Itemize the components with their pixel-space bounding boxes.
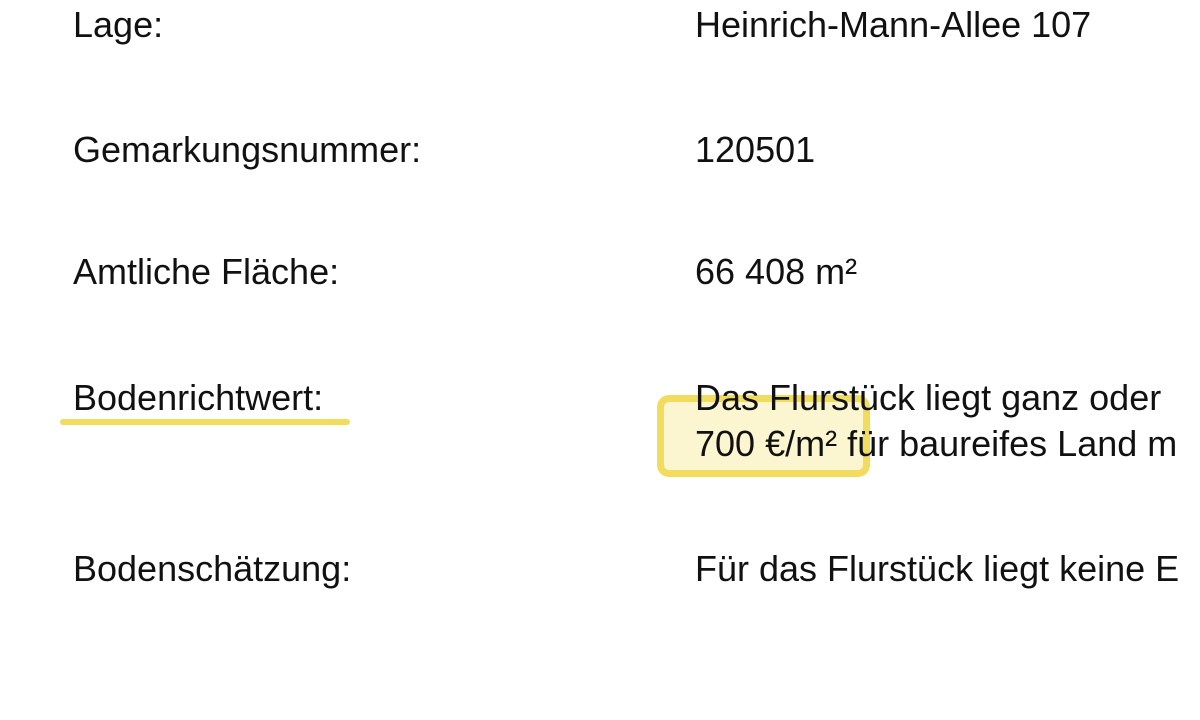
document-page: Lage: Heinrich-Mann-Allee 107 Gemarkungs…: [0, 0, 1200, 720]
bodenrichtwert-label: Bodenrichtwert:: [73, 377, 324, 418]
lage-value: Heinrich-Mann-Allee 107: [695, 4, 1092, 45]
amtliche-flaeche-value: 66 408 m²: [695, 251, 858, 292]
amtliche-flaeche-label: Amtliche Fläche:: [73, 251, 340, 292]
bodenrichtwert-value-line1: Das Flurstück liegt ganz oder: [695, 377, 1162, 418]
gemarkungsnummer-value: 120501: [695, 129, 816, 170]
bodenschaetzung-label: Bodenschätzung:: [73, 548, 352, 589]
lage-label: Lage:: [73, 4, 164, 45]
gemarkungsnummer-label: Gemarkungsnummer:: [73, 129, 422, 170]
bodenrichtwert-value-line2: 700 €/m² für baureifes Land m: [695, 423, 1178, 464]
bodenschaetzung-value: Für das Flurstück liegt keine E: [695, 548, 1180, 589]
